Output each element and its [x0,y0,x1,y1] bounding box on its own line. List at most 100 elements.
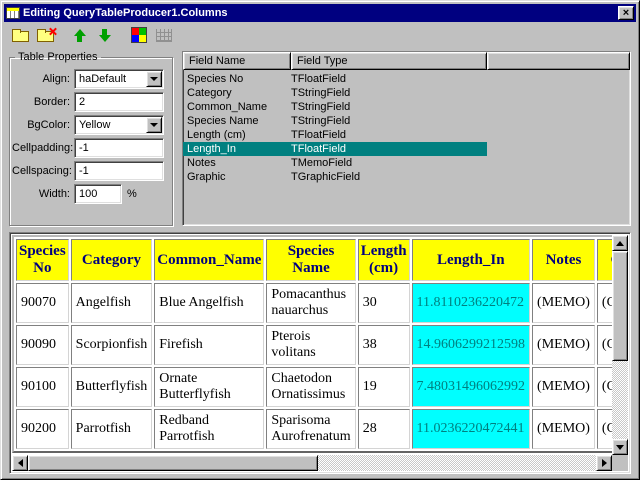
chevron-down-icon [150,77,158,81]
border-input[interactable] [74,92,164,112]
field-colors-button[interactable] [126,24,151,46]
table-cell: Redband Parrotfish [154,409,264,449]
field-row-common-name[interactable]: Common_Name TStringField [183,100,487,114]
down-arrow-icon [99,29,111,42]
table-cell: 28 [358,409,410,449]
field-type-cell: TStringField [289,101,487,113]
cellpadding-input[interactable] [74,138,164,158]
cellspacing-label: Cellspacing: [12,165,74,177]
up-arrow-icon [74,29,86,42]
scroll-right-button[interactable] [596,455,612,471]
field-type-cell: TFloatField [289,73,487,85]
cellpadding-row: Cellpadding: [12,138,168,158]
table-cell: (GRAPHIC) [597,367,612,407]
bgcolor-select[interactable]: Yellow [74,115,164,135]
scroll-up-icon [616,241,624,246]
table-cell: (MEMO) [532,367,595,407]
table-cell: 90090 [16,325,69,365]
scroll-left-icon [18,459,23,467]
preview-table: Species No Category Common_Name Species … [12,235,612,453]
scroll-up-button[interactable] [612,235,628,251]
table-cell-highlight: 14.9606299212598 [412,325,531,365]
table-cell: 90070 [16,283,69,323]
bgcolor-dropdown-button[interactable] [146,117,162,133]
move-down-button[interactable] [92,24,117,46]
table-cell: Pterois volitans [266,325,355,365]
table-cell: Blue Angelfish [154,283,264,323]
cellpadding-label: Cellpadding: [12,142,74,154]
horizontal-scroll-thumb[interactable] [28,455,318,471]
width-label: Width: [12,188,74,200]
editor-window: Editing QueryTableProducer1.Columns × [0,0,640,480]
field-type-cell: TMemoField [289,157,487,169]
table-cell: (MEMO) [532,283,595,323]
horizontal-scroll-track[interactable] [318,455,596,471]
table-row: 90090 Scorpionfish Firefish Pterois voli… [16,325,612,365]
header-cell: Category [71,239,153,281]
header-cell: Length (cm) [358,239,410,281]
titlebar[interactable]: Editing QueryTableProducer1.Columns × [4,4,636,22]
align-select[interactable]: haDefault [74,69,164,89]
cellspacing-input[interactable] [74,161,164,181]
field-type-cell: TFloatField [289,143,487,155]
field-type-column-header[interactable]: Field Type [291,52,487,70]
field-name-cell: Category [183,87,289,99]
field-name-column-header[interactable]: Field Name [183,52,291,70]
table-cell: Scorpionfish [71,325,153,365]
border-row: Border: [12,92,168,112]
field-name-cell: Length_In [183,143,289,155]
field-row-species-no[interactable]: Species No TFloatField [183,72,487,86]
table-cell-highlight: 11.8110236220472 [412,283,531,323]
header-cell: Species No [16,239,69,281]
table-cell: (GRAPHIC) [597,409,612,449]
table-properties-group: Table Properties Align: haDefault Border… [9,51,173,226]
table-cell: Angelfish [71,283,153,323]
field-row-graphic[interactable]: Graphic TGraphicField [183,170,487,184]
table-properties-title: Table Properties [15,51,101,63]
field-type-cell: TFloatField [289,129,487,141]
header-cell: Length_In [412,239,531,281]
header-cell: Species Name [266,239,355,281]
table-cell: 30 [358,283,410,323]
table-cell: Chaetodon Ornatissimus [266,367,355,407]
field-type-cell: TStringField [289,87,487,99]
field-row-category[interactable]: Category TStringField [183,86,487,100]
align-value: haDefault [75,73,146,85]
table-row: 90200 Parrotfish Redband Parrotfish Spar… [16,409,612,449]
move-up-button[interactable] [67,24,92,46]
horizontal-scrollbar[interactable] [12,455,612,471]
field-row-species-name[interactable]: Species Name TStringField [183,114,487,128]
table-cell: Sparisoma Aurofrenatum [266,409,355,449]
vertical-scrollbar[interactable] [612,235,628,455]
width-input[interactable] [74,184,122,204]
upper-content: Table Properties Align: haDefault Border… [4,48,636,226]
close-button[interactable]: × [618,6,634,20]
field-row-notes[interactable]: Notes TMemoField [183,156,487,170]
vertical-scroll-track[interactable] [612,361,628,439]
field-row-length-in-selected[interactable]: Length_In TFloatField [183,142,487,156]
add-field-button[interactable] [8,24,33,46]
field-list-body: Species No TFloatField Category TStringF… [183,70,630,225]
align-dropdown-button[interactable] [146,71,162,87]
grid-options-button[interactable] [151,24,176,46]
width-row: Width: % [12,184,168,204]
header-cell: Common_Name [154,239,264,281]
toolbar [4,22,636,48]
vertical-scroll-thumb[interactable] [612,251,628,361]
field-list: Field Name Field Type Species No TFloatF… [182,51,631,226]
table-cell-highlight: 7.48031496062992 [412,367,531,407]
table-cell: (GRAPHIC) [597,325,612,365]
field-row-length-cm[interactable]: Length (cm) TFloatField [183,128,487,142]
html-preview-panel: Species No Category Common_Name Species … [9,232,631,474]
table-row: 90070 Angelfish Blue Angelfish Pomacanth… [16,283,612,323]
colors-icon [131,27,147,43]
table-cell: (MEMO) [532,409,595,449]
table-cell: Ornate Butterflyfish [154,367,264,407]
bgcolor-value: Yellow [75,119,146,131]
scroll-left-button[interactable] [12,455,28,471]
scroll-right-icon [602,459,607,467]
cellspacing-row: Cellspacing: [12,161,168,181]
scroll-down-button[interactable] [612,439,628,455]
delete-field-button[interactable] [33,24,58,46]
grid-icon [156,29,172,42]
